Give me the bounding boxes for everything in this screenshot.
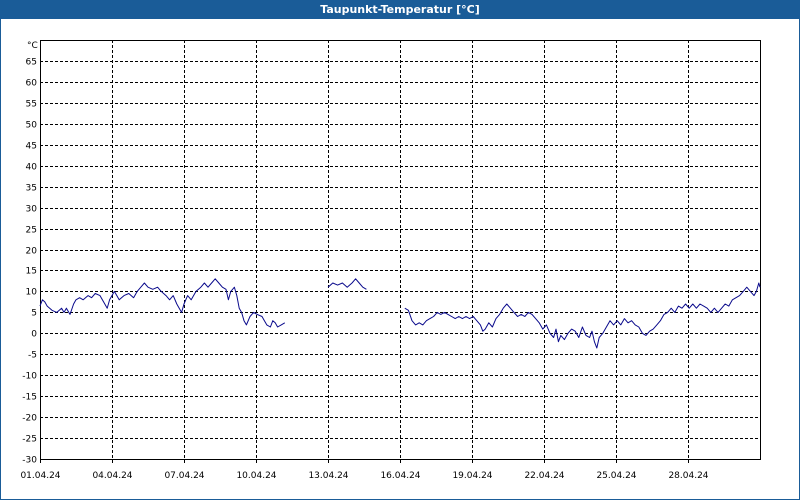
y-tick-label: -15 <box>22 393 37 403</box>
x-tick-label: 28.04.24 <box>668 471 708 481</box>
x-tick-label: 19.04.24 <box>452 471 492 481</box>
y-tick-label: 55 <box>26 100 37 110</box>
y-tick-label: 50 <box>26 121 38 131</box>
x-tick-label: 04.04.24 <box>92 471 132 481</box>
y-tick-label: -5 <box>28 351 37 361</box>
y-unit-label: °C <box>27 41 38 51</box>
y-tick-label: 40 <box>26 163 38 173</box>
y-tick-label: 30 <box>26 205 38 215</box>
y-tick-label: 45 <box>26 142 37 152</box>
y-tick-label: 5 <box>31 309 37 319</box>
x-tick-label: 07.04.24 <box>164 471 204 481</box>
y-tick-label: 35 <box>26 184 37 194</box>
y-tick-label: -20 <box>22 414 37 424</box>
y-tick-label: 65 <box>26 58 37 68</box>
y-tick-label: 0 <box>31 330 37 340</box>
dewpoint-chart: 65605550454035302520151050-5-10-15-20-25… <box>20 40 761 481</box>
y-tick-label: 25 <box>26 226 37 236</box>
y-tick-label: -25 <box>22 435 37 445</box>
y-tick-label: 15 <box>26 267 37 277</box>
x-tick-label: 25.04.24 <box>596 471 636 481</box>
y-tick-label: 60 <box>26 79 38 89</box>
y-tick-labels: 65605550454035302520151050-5-10-15-20-25… <box>22 58 37 466</box>
x-tick-label: 01.04.24 <box>20 471 60 481</box>
x-tick-label: 22.04.24 <box>524 471 564 481</box>
y-tick-label: -10 <box>22 372 37 382</box>
x-tick-label: 16.04.24 <box>380 471 420 481</box>
x-tick-labels: 01.04.24 04.04.24 07.04.24 10.04.24 13.04.24… <box>20 471 708 481</box>
x-tick-label: 13.04.24 <box>308 471 348 481</box>
y-tick-label: -30 <box>22 456 37 466</box>
x-tick-label: 10.04.24 <box>236 471 276 481</box>
y-tick-label: 20 <box>26 247 38 257</box>
y-tick-label: 10 <box>26 288 38 298</box>
